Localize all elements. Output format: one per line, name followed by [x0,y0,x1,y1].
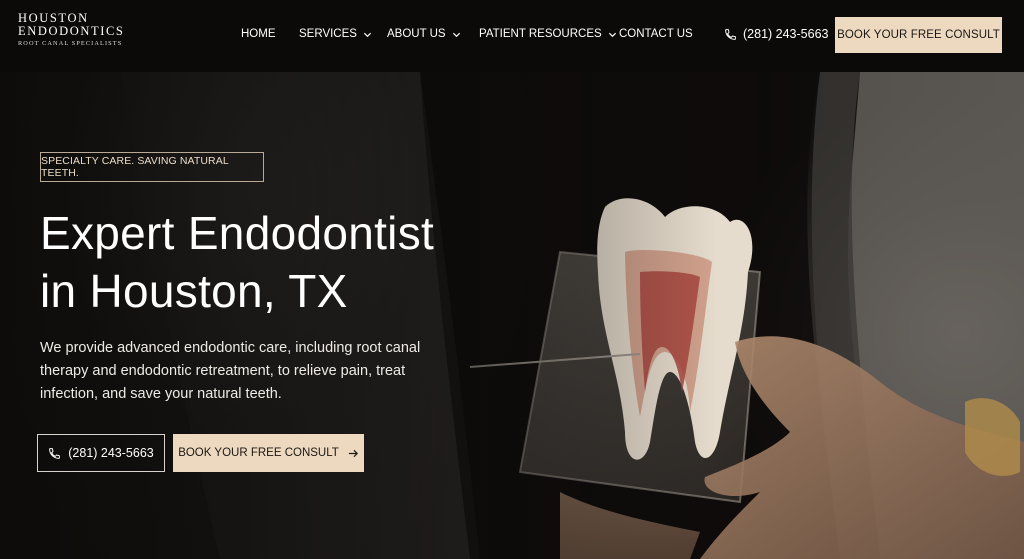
nav-services[interactable]: SERVICES [299,28,372,40]
book-consult-header-button[interactable]: BOOK YOUR FREE CONSULT [835,17,1002,53]
site-logo[interactable]: HOUSTON ENDODONTICS ROOT CANAL SPECIALIS… [18,12,138,48]
site-header: HOUSTON ENDODONTICS ROOT CANAL SPECIALIS… [0,0,1024,72]
hero-phone-button[interactable]: (281) 243-5663 [37,434,165,472]
nav-home-label: HOME [241,28,276,40]
hero-headline-line-2: in Houston, TX [40,265,348,317]
phone-icon [49,447,61,459]
hero-book-consult-button[interactable]: BOOK YOUR FREE CONSULT [173,434,364,472]
nav-about-us-label: ABOUT US [387,28,446,40]
hero-phone-label: (281) 243-5663 [68,446,154,460]
logo-tagline: ROOT CANAL SPECIALISTS [18,40,123,47]
nav-contact-us-label: CONTACT US [619,28,693,40]
hero-headline-line-1: Expert Endodontist [40,207,435,259]
nav-patient-resources-label: PATIENT RESOURCES [479,28,602,40]
chevron-down-icon [608,32,616,37]
nav-home[interactable]: HOME [241,28,276,40]
header-phone-number: (281) 243-5663 [743,27,829,41]
nav-contact-us[interactable]: CONTACT US [619,28,693,40]
nav-about-us[interactable]: ABOUT US [387,28,461,40]
phone-icon [725,28,736,40]
hero-headline: Expert Endodontist in Houston, TX [40,204,500,320]
nav-patient-resources[interactable]: PATIENT RESOURCES [479,28,617,40]
hero-book-consult-label: BOOK YOUR FREE CONSULT [178,447,339,459]
arrow-right-icon [348,449,358,457]
nav-services-label: SERVICES [299,28,357,40]
hero-tagline-badge: SPECIALTY CARE. SAVING NATURAL TEETH. [40,152,264,182]
hero-description: We provide advanced endodontic care, inc… [40,340,421,402]
header-phone-link[interactable]: (281) 243-5663 [724,27,828,41]
chevron-down-icon [452,32,460,37]
chevron-down-icon [363,32,372,37]
logo-line-2: ENDODONTICS [18,24,125,38]
